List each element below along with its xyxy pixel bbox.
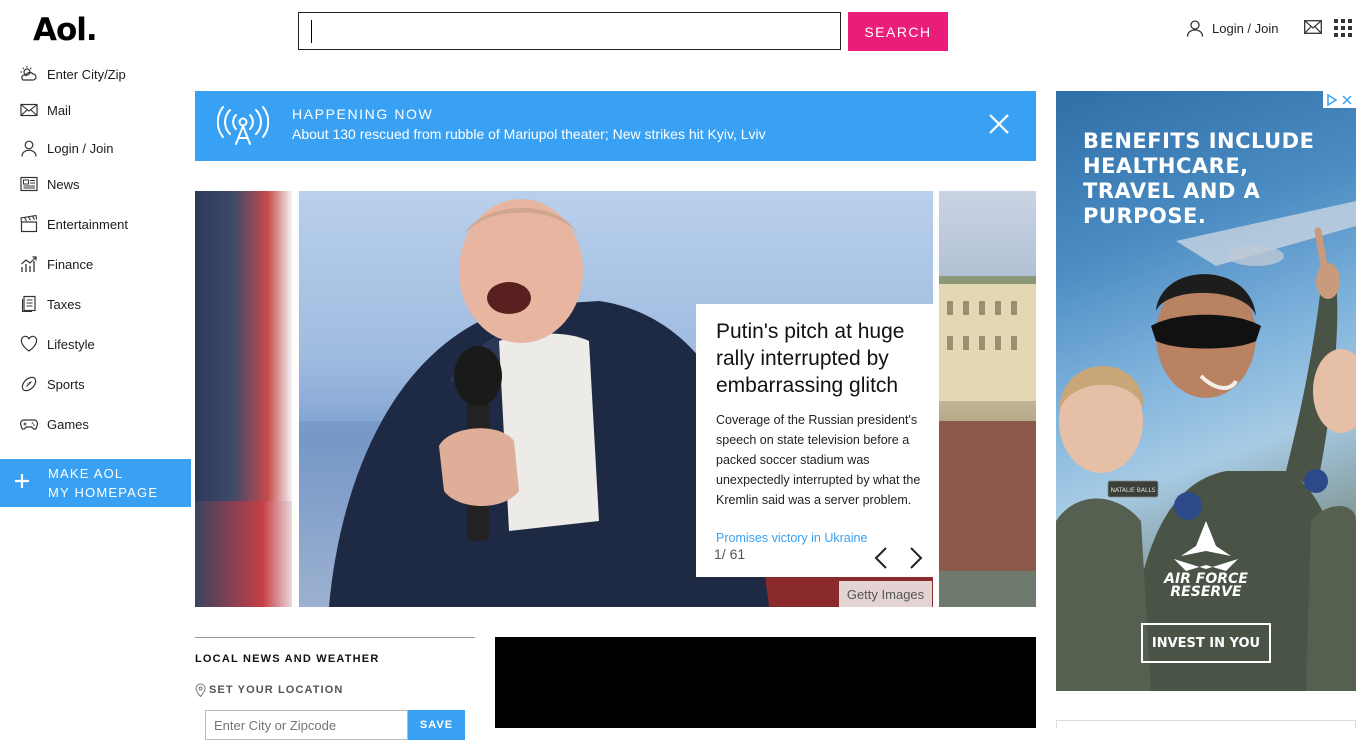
sidebar-item-label: Enter City/Zip xyxy=(47,66,126,82)
make-homepage-line2: MY HOMEPAGE xyxy=(48,485,159,500)
user-icon xyxy=(20,139,38,157)
sidebar-item-entertainment[interactable]: Entertainment xyxy=(20,212,128,236)
broadcast-icon xyxy=(217,106,269,146)
sidebar-item-label: News xyxy=(47,176,80,192)
sidebar-item-finance[interactable]: Finance xyxy=(20,252,93,276)
sidebar-item-taxes[interactable]: Taxes xyxy=(20,292,81,316)
ad-name-tag: NATALIE BALLS xyxy=(1111,487,1156,494)
chevron-right-icon[interactable] xyxy=(909,546,923,570)
news-icon xyxy=(20,175,38,193)
sidebar-item-label: Sports xyxy=(47,376,85,392)
divider xyxy=(195,637,475,638)
sidebar-item-label: Finance xyxy=(47,256,94,272)
search-button[interactable]: SEARCH xyxy=(848,12,948,51)
sidebar-item-login[interactable]: Login / Join xyxy=(20,136,114,160)
slide-caption-card[interactable]: Putin's pitch at huge rally interrupted … xyxy=(696,304,938,577)
city-zip-input[interactable] xyxy=(205,710,408,740)
save-location-button[interactable]: SAVE xyxy=(408,710,465,740)
sidebar-item-label: Taxes xyxy=(47,296,81,312)
header-login-link[interactable]: Login / Join xyxy=(1186,19,1279,37)
happening-now-title: HAPPENING NOW xyxy=(292,106,434,122)
set-location-label[interactable]: SET YOUR LOCATION xyxy=(195,683,343,697)
ad-brand-line2: RESERVE xyxy=(1170,584,1242,600)
sidebar-item-label: Mail xyxy=(47,102,71,118)
sidebar-item-weather[interactable]: Enter City/Zip xyxy=(20,62,126,86)
sidebar-item-label: Login / Join xyxy=(47,140,114,156)
document-icon xyxy=(20,295,38,313)
aol-logo[interactable]: Aol. xyxy=(33,12,98,48)
sidebar-item-sports[interactable]: Sports xyxy=(20,372,85,396)
weather-icon xyxy=(20,65,38,83)
make-homepage-line1: MAKE AOL xyxy=(48,466,124,481)
video-player[interactable] xyxy=(495,637,1036,728)
sidebar-item-lifestyle[interactable]: Lifestyle xyxy=(20,332,95,356)
search-input[interactable] xyxy=(299,13,840,49)
make-homepage-label: MAKE AOL MY HOMEPAGE xyxy=(48,464,158,502)
mail-icon xyxy=(20,101,38,119)
location-pin-icon xyxy=(195,683,206,697)
user-icon xyxy=(1186,19,1204,37)
happening-now-banner[interactable]: HAPPENING NOW About 130 rescued from rub… xyxy=(195,91,1036,161)
sidebar-item-mail[interactable]: Mail xyxy=(20,98,71,122)
sidebar-item-label: Lifestyle xyxy=(47,336,95,352)
slide-counter: 1/ 61 xyxy=(714,546,746,562)
text-caret xyxy=(311,20,312,43)
close-icon[interactable] xyxy=(988,113,1010,135)
set-location-text: SET YOUR LOCATION xyxy=(209,684,344,696)
sidebar-item-games[interactable]: Games xyxy=(20,412,89,436)
gamepad-icon xyxy=(20,415,38,433)
ad-headline: BENEFITS INCLUDE HEALTHCARE, TRAVEL AND … xyxy=(1083,129,1315,228)
sidebar-item-label: Games xyxy=(47,416,89,432)
ad-cta-button[interactable]: INVEST IN YOU xyxy=(1141,623,1271,663)
slide-image-next[interactable] xyxy=(939,191,1036,607)
local-news-title: LOCAL NEWS AND WEATHER xyxy=(195,653,380,665)
chart-icon xyxy=(20,255,38,273)
ad-slot-bottom xyxy=(1056,720,1356,728)
slide-description: Coverage of the Russian president's spee… xyxy=(716,413,921,507)
search-box[interactable] xyxy=(298,12,841,50)
happening-now-headline[interactable]: About 130 rescued from rubble of Mariupo… xyxy=(292,126,766,142)
football-icon xyxy=(20,375,38,393)
ad-choices-icon[interactable] xyxy=(1323,91,1356,108)
slide-related-link[interactable]: Promises victory in Ukraine xyxy=(716,531,867,545)
make-homepage-button[interactable]: MAKE AOL MY HOMEPAGE xyxy=(0,459,191,507)
chevron-left-icon[interactable] xyxy=(874,546,888,570)
ad-brand: AIR FORCE RESERVE xyxy=(1116,572,1296,600)
header-login-label: Login / Join xyxy=(1212,20,1279,36)
image-credit: Getty Images xyxy=(839,581,932,607)
apps-grid-icon[interactable] xyxy=(1334,19,1352,37)
plus-icon xyxy=(13,472,31,490)
advertisement[interactable]: NATALIE BALLS BENEFITS INCLUDE HEALTHCAR… xyxy=(1056,91,1356,691)
heart-icon xyxy=(20,335,38,353)
sidebar-item-label: Entertainment xyxy=(47,216,128,232)
mail-icon[interactable] xyxy=(1304,20,1322,34)
slide-title[interactable]: Putin's pitch at huge rally interrupted … xyxy=(716,318,931,399)
clapperboard-icon xyxy=(20,215,38,233)
slide-image-previous-detail xyxy=(195,501,292,607)
sidebar-item-news[interactable]: News xyxy=(20,172,80,196)
